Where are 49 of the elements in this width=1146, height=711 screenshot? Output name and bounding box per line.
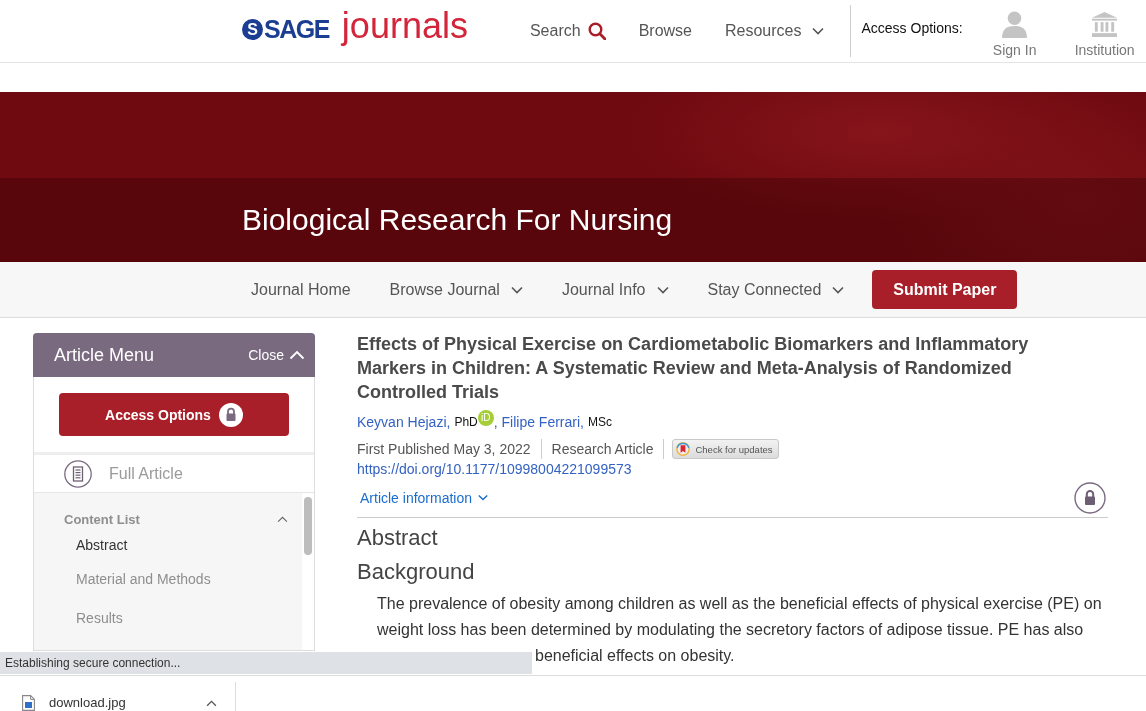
chevron-up-icon [289,350,305,360]
chevron-up-icon[interactable] [277,515,288,523]
abstract-paragraph: beneficial effects on obesity. [535,647,735,664]
menu-dropdown[interactable]: Journal Info [561,280,669,299]
status-bubble: Establishing secure connection... [0,652,532,674]
chevron-down-icon [812,27,825,35]
lock-icon [1074,481,1106,514]
access-options-button[interactable]: Access Options [59,393,289,436]
doi-link[interactable]: https://doi.org/10.1177/10998004221099573 [357,459,1108,479]
article-meta-text: First Published May 3, 2022 [357,439,542,459]
menu-dropdown[interactable]: Resources [725,22,825,40]
close-link[interactable]: Close [248,347,305,363]
download-item[interactable]: download.jpg [0,682,236,711]
chevron-down-icon [510,285,523,294]
menu-dropdown[interactable]: Stay Connected [707,280,845,299]
access-options-label: Access Options: [850,4,963,57]
search-link[interactable]: Search [529,22,606,40]
chevron-down-icon [656,285,669,294]
author-link[interactable]: Keyvan Hejazi, [357,412,451,432]
lock-icon [218,402,243,427]
article-information-toggle[interactable]: Article information [360,489,489,506]
document-icon [64,459,92,488]
content-list-item[interactable]: Abstract [34,535,302,555]
article-meta-text: Research Article [551,439,665,459]
download-filename: download.jpg [49,695,127,711]
site-logo[interactable]: S SAGE journals [242,8,468,48]
author-degree: PhD [454,414,478,431]
author-link[interactable]: , Filipe Ferrari, [493,412,584,432]
author-degree: MSc [587,414,612,431]
search-icon [587,22,606,40]
user-icon [1002,10,1028,38]
scrollbar-thumb[interactable] [304,497,312,555]
submit-paper-button[interactable]: Submit Paper [872,270,1018,309]
menu-dropdown[interactable]: Browse Journal [389,280,523,299]
check-for-updates-button[interactable]: Check for updates [672,439,779,459]
bookmark-icon [676,442,691,456]
building-icon [1092,10,1118,38]
section-subheading: Background [357,558,476,586]
article-menu-title: Article Menu [54,344,155,366]
journal-title: Biological Research For Nursing [242,202,673,238]
nav-link[interactable]: Browse [638,22,692,40]
chevron-down-icon [832,285,845,294]
chevron-up-icon[interactable] [206,700,217,707]
nav-link[interactable]: Journal Home [251,280,351,299]
content-list-heading: Content List [64,511,140,527]
section-heading: Abstract [357,524,439,552]
institution-link[interactable]: Institution [1068,0,1141,58]
article-title: Effects of Physical Exercise on Cardiometabolic Biomarkers and Inflammatory Markers in Children: A Systematic Review and Meta-Analysis of Randomized Controlled Trials [357,333,1030,404]
sign-in-link[interactable]: Sign In [978,0,1051,58]
